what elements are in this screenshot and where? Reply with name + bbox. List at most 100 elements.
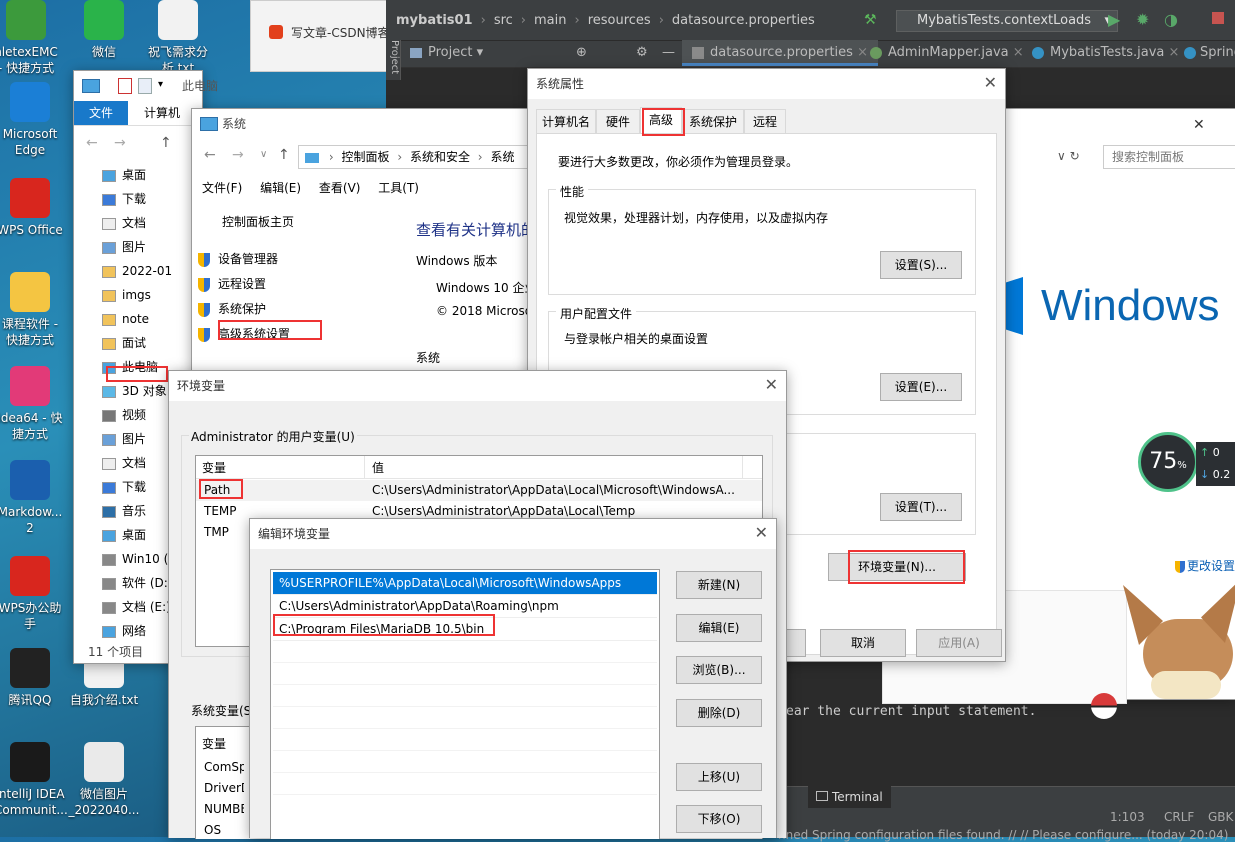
tab-close-icon[interactable]: ×: [1169, 45, 1180, 60]
tab-mybatistests[interactable]: MybatisTests.java ×: [1032, 40, 1179, 66]
tab-adminmapper[interactable]: AdminMapper.java ×: [870, 40, 1024, 66]
line-separator[interactable]: CRLF: [1164, 810, 1194, 824]
system-task-link[interactable]: 远程设置: [198, 272, 290, 297]
ide-crumb[interactable]: resources: [588, 13, 651, 28]
desktop-icon[interactable]: 课程软件 - 快捷方式: [0, 272, 66, 348]
desktop-icon[interactable]: 腾讯QQ: [0, 648, 66, 708]
desktop-icon[interactable]: 微信: [68, 0, 140, 60]
desktop-icon[interactable]: 祝飞需求分 析.txt: [142, 0, 214, 76]
crumb-system-security[interactable]: 系统和安全: [410, 150, 470, 164]
target-icon[interactable]: ⊕: [576, 40, 587, 66]
run-config-select[interactable]: MybatisTests.contextLoads ▾: [896, 10, 1118, 32]
desktop-icon[interactable]: Markdow... 2: [0, 460, 66, 536]
table-row[interactable]: OS: [196, 820, 244, 841]
column-header-value[interactable]: 值: [372, 459, 384, 476]
performance-settings-button[interactable]: 设置(S)...: [880, 251, 962, 279]
new-folder-icon[interactable]: [138, 78, 152, 94]
edit-button[interactable]: 编辑(E): [676, 614, 762, 642]
menu-view[interactable]: 查看(V): [319, 181, 361, 195]
ide-crumb[interactable]: src: [494, 13, 513, 28]
desktop-icon[interactable]: Microsoft Edge: [0, 82, 66, 158]
props-tab[interactable]: 系统保护: [682, 109, 744, 133]
close-icon[interactable]: ✕: [755, 523, 768, 542]
browser-tab-label[interactable]: 写文章-CSDN博客: [291, 24, 390, 41]
file-encoding[interactable]: GBK: [1208, 810, 1233, 824]
ribbon-tab-file[interactable]: 文件: [74, 101, 128, 125]
props-tab[interactable]: 远程: [744, 109, 786, 133]
user-profile-settings-button[interactable]: 设置(E)...: [880, 373, 962, 401]
nav-tree-item[interactable]: 桌面: [102, 163, 202, 187]
crumb-system[interactable]: 系统: [490, 150, 514, 164]
ide-crumb[interactable]: datasource.properties: [672, 13, 815, 28]
nav-tree-item[interactable]: 文档: [102, 211, 202, 235]
table-row[interactable]: Path C:\Users\Administrator\AppData\Local…: [196, 480, 762, 501]
table-row[interactable]: DriverData: [196, 778, 244, 799]
desktop-icon[interactable]: IntelliJ IDEA Communit...: [0, 742, 68, 818]
path-entries-list[interactable]: %USERPROFILE%\AppData\Local\Microsoft\Wi…: [270, 569, 660, 839]
nav-tree-item[interactable]: imgs: [102, 283, 202, 307]
table-row[interactable]: ComSpec: [196, 757, 244, 778]
back-arrow-icon[interactable]: ←: [86, 135, 98, 151]
startup-settings-button[interactable]: 设置(T)...: [880, 493, 962, 521]
delete-button[interactable]: 删除(D): [676, 699, 762, 727]
nav-tree-item[interactable]: note: [102, 307, 202, 331]
back-arrow-icon[interactable]: ←: [204, 147, 216, 163]
column-header-name[interactable]: 变量: [202, 459, 226, 476]
stop-icon[interactable]: [1212, 12, 1224, 24]
quick-access-icon[interactable]: [118, 78, 132, 94]
minimize-icon[interactable]: —: [662, 40, 675, 66]
tab-close-icon[interactable]: ×: [1013, 45, 1024, 60]
performance-widget[interactable]: 75%: [1138, 432, 1198, 492]
system-task-link[interactable]: 设备管理器: [198, 247, 290, 272]
forward-arrow-icon[interactable]: →: [232, 147, 244, 163]
desktop-icon[interactable]: idea64 - 快 捷方式: [0, 366, 66, 442]
close-icon[interactable]: ✕: [984, 73, 997, 92]
close-icon[interactable]: ✕: [1193, 117, 1205, 133]
tab-spring[interactable]: Spring: [1184, 40, 1235, 66]
system-task-link[interactable]: 系统保护: [198, 297, 290, 322]
new-button[interactable]: 新建(N): [676, 571, 762, 599]
props-tab[interactable]: 硬件: [596, 109, 640, 133]
list-item[interactable]: %USERPROFILE%\AppData\Local\Microsoft\Wi…: [273, 572, 657, 595]
close-icon[interactable]: ✕: [765, 375, 778, 394]
debug-icon[interactable]: ✹: [1136, 10, 1149, 29]
coverage-icon[interactable]: ◑: [1164, 10, 1178, 29]
desktop-icon[interactable]: 微信图片 _2022040...: [68, 742, 140, 818]
menu-tools[interactable]: 工具(T): [378, 181, 419, 195]
column-header-name[interactable]: 变量: [202, 735, 226, 752]
apply-button[interactable]: 应用(A): [916, 629, 1002, 657]
tab-datasource[interactable]: datasource.properties ×: [682, 40, 878, 66]
caret-position[interactable]: 1:103: [1110, 810, 1145, 824]
ribbon-tab-computer[interactable]: 计算机: [144, 101, 180, 125]
up-arrow-icon[interactable]: ↑: [160, 135, 172, 151]
address-bar[interactable]: › 控制面板 › 系统和安全 › 系统: [298, 145, 531, 169]
desktop-icon[interactable]: WPS Office: [0, 178, 66, 238]
props-tab[interactable]: 计算机名: [536, 109, 596, 133]
recent-dropdown-icon[interactable]: ∨: [260, 149, 267, 160]
hammer-icon[interactable]: ⚒: [864, 12, 877, 28]
control-panel-home-link[interactable]: 控制面板主页: [222, 213, 294, 230]
nav-tree-item[interactable]: 2022-01: [102, 259, 202, 283]
move-up-button[interactable]: 上移(U): [676, 763, 762, 791]
move-down-button[interactable]: 下移(O): [676, 805, 762, 833]
nav-tree-item[interactable]: 图片: [102, 235, 202, 259]
menu-edit[interactable]: 编辑(E): [260, 181, 301, 195]
cancel-button[interactable]: 取消: [820, 629, 906, 657]
customize-arrow-icon[interactable]: ▾: [158, 79, 163, 90]
change-settings-link[interactable]: 更改设置: [1175, 557, 1235, 574]
forward-arrow-icon[interactable]: →: [114, 135, 126, 151]
up-arrow-icon[interactable]: ↑: [278, 147, 290, 163]
table-row[interactable]: NUMBER_OF_PROCESSORS: [196, 799, 244, 820]
nav-tree-item[interactable]: 面试: [102, 331, 202, 355]
desktop-icon[interactable]: nletexEMC - 快捷方式: [0, 0, 62, 76]
ide-crumb[interactable]: mybatis01: [396, 13, 473, 28]
tab-terminal[interactable]: Terminal: [808, 786, 891, 808]
project-view-dropdown[interactable]: Project ▾: [410, 40, 483, 66]
address-dropdown[interactable]: ∨ ↻: [1057, 149, 1080, 163]
nav-tree-item[interactable]: 下载: [102, 187, 202, 211]
gear-icon[interactable]: ⚙: [636, 40, 648, 66]
crumb-control-panel[interactable]: 控制面板: [341, 150, 389, 164]
menu-file[interactable]: 文件(F): [202, 181, 242, 195]
search-input[interactable]: 搜索控制面板: [1103, 145, 1235, 169]
tab-close-icon[interactable]: ×: [857, 45, 868, 60]
